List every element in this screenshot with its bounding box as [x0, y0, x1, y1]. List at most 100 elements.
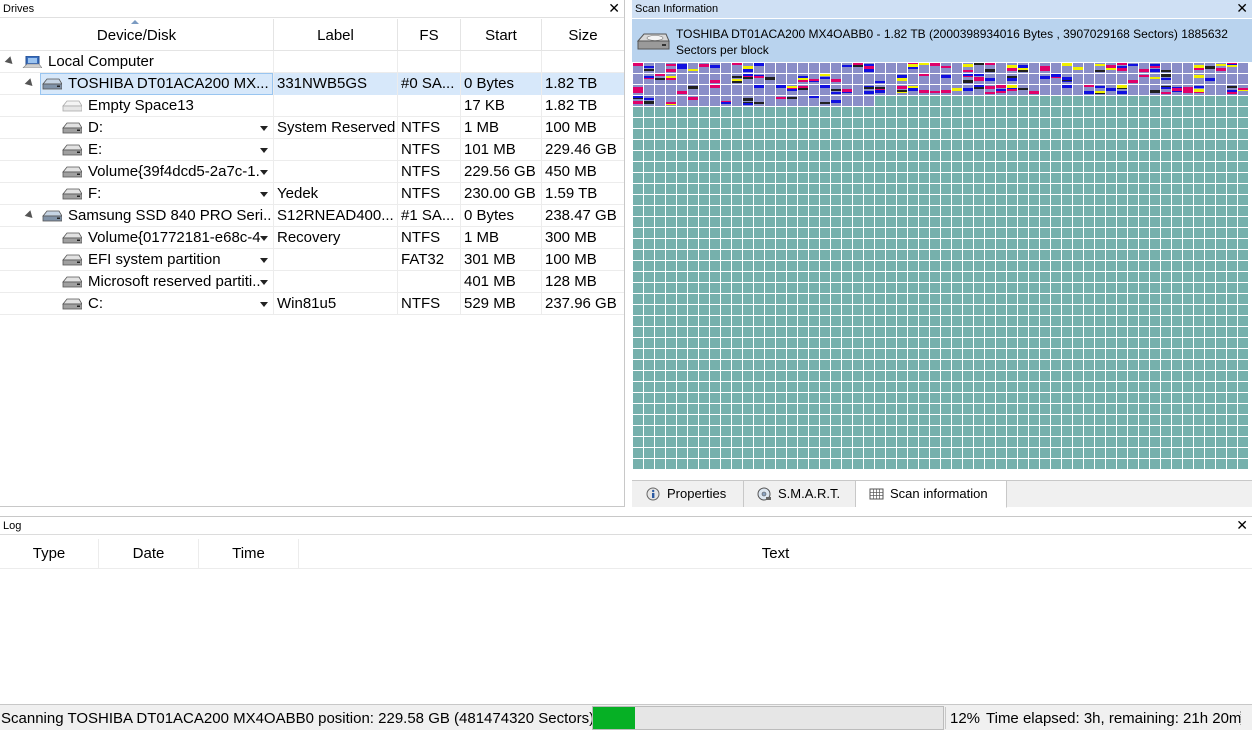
partition-dropdown-icon[interactable] — [260, 236, 268, 241]
partition-dropdown-icon[interactable] — [260, 302, 268, 307]
col-size[interactable]: Size — [542, 19, 624, 51]
sector-block — [875, 184, 885, 194]
drive-row[interactable]: F: Yedek NTFS 230.00 GB 1.59 TB — [0, 183, 624, 205]
sector-block — [1040, 283, 1050, 293]
tree-collapse-icon[interactable] — [24, 78, 36, 89]
col-start[interactable]: Start — [461, 19, 542, 51]
sector-block — [1161, 459, 1171, 469]
sector-block — [710, 129, 720, 139]
tree-collapse-icon[interactable] — [4, 56, 16, 67]
drive-row[interactable]: Local Computer — [0, 51, 624, 73]
log-col-date[interactable]: Date — [99, 539, 199, 569]
sector-mark — [985, 69, 995, 72]
tab-properties[interactable]: Properties — [633, 481, 744, 507]
drive-row[interactable]: Samsung SSD 840 PRO Seri... S12RNEAD400..… — [0, 205, 624, 227]
drive-device-cell[interactable]: E: — [0, 139, 274, 161]
partition-dropdown-icon[interactable] — [260, 170, 268, 175]
sector-block — [1194, 107, 1204, 117]
log-col-time[interactable]: Time — [199, 539, 299, 569]
sector-block — [655, 195, 665, 205]
sector-mark — [1161, 92, 1171, 94]
log-close-icon[interactable]: ✕ — [1236, 517, 1248, 534]
drive-row[interactable]: EFI system partition FAT32 301 MB 100 MB — [0, 249, 624, 271]
partition-dropdown-icon[interactable] — [260, 280, 268, 285]
log-col-type[interactable]: Type — [0, 539, 99, 569]
sector-block — [644, 294, 654, 304]
sector-block — [1150, 107, 1160, 117]
sector-block — [930, 217, 940, 227]
sector-block — [930, 305, 940, 315]
drive-row[interactable]: Volume{01772181-e68c-4... Recovery NTFS 1 M… — [0, 227, 624, 249]
sector-block — [1029, 184, 1039, 194]
sector-block — [1007, 437, 1017, 447]
smart-disk-icon — [757, 487, 771, 501]
log-col-text[interactable]: Text — [299, 539, 1252, 569]
sector-block — [1183, 129, 1193, 139]
sector-block — [864, 206, 874, 216]
sector-block — [1183, 107, 1193, 117]
col-label[interactable]: Label — [274, 19, 398, 51]
drive-row[interactable]: E: NTFS 101 MB 229.46 GB — [0, 139, 624, 161]
drive-row[interactable]: TOSHIBA DT01ACA200 MX... 331NWB5GS #0 SA..… — [0, 73, 624, 95]
sector-mark — [1128, 80, 1138, 83]
drive-row[interactable]: Empty Space13 17 KB 1.82 TB — [0, 95, 624, 117]
drive-row[interactable]: C: Win81u5 NTFS 529 MB 237.96 GB — [0, 293, 624, 315]
sector-block — [875, 459, 885, 469]
sector-block — [1117, 316, 1127, 326]
tab-scan-information[interactable]: Scan information — [856, 481, 1007, 508]
drive-device-cell[interactable]: Samsung SSD 840 PRO Seri... — [0, 205, 274, 227]
sector-block — [1095, 294, 1105, 304]
sector-block — [787, 437, 797, 447]
sector-block — [809, 338, 819, 348]
sector-block — [886, 426, 896, 436]
sector-block — [1018, 349, 1028, 359]
sector-block — [875, 327, 885, 337]
partition-dropdown-icon[interactable] — [260, 126, 268, 131]
sector-block — [655, 294, 665, 304]
partition-dropdown-icon[interactable] — [260, 258, 268, 263]
col-device-disk[interactable]: Device/Disk — [0, 19, 274, 51]
sector-block — [831, 338, 841, 348]
sector-block — [1128, 426, 1138, 436]
sector-block — [952, 74, 962, 84]
drive-device-cell[interactable]: TOSHIBA DT01ACA200 MX... — [0, 73, 274, 95]
sector-block — [897, 371, 907, 381]
sector-block — [952, 283, 962, 293]
sector-block — [743, 107, 753, 117]
sector-block — [699, 426, 709, 436]
partition-dropdown-icon[interactable] — [260, 148, 268, 153]
col-fs[interactable]: FS — [398, 19, 461, 51]
drives-close-icon[interactable]: ✕ — [608, 0, 620, 17]
drive-row[interactable]: D: System Reserved NTFS 1 MB 100 MB — [0, 117, 624, 139]
drive-device-cell[interactable]: EFI system partition — [0, 249, 274, 271]
partition-dropdown-icon[interactable] — [260, 192, 268, 197]
resize-grip-icon[interactable] — [1240, 711, 1250, 725]
sector-block — [1007, 382, 1017, 392]
sector-block — [633, 272, 643, 282]
sector-block — [974, 360, 984, 370]
drive-device-cell[interactable]: Local Computer — [0, 51, 274, 73]
tab-smart[interactable]: S.M.A.R.T. — [744, 481, 856, 507]
sector-block — [864, 272, 874, 282]
drive-row[interactable]: Volume{39f4dcd5-2a7c-1... NTFS 229.56 GB 45… — [0, 161, 624, 183]
drive-device-cell[interactable]: Empty Space13 — [0, 95, 274, 117]
drive-device-cell[interactable]: C: — [0, 293, 274, 315]
sector-block — [1172, 349, 1182, 359]
sector-block — [1106, 239, 1116, 249]
drive-device-cell[interactable]: Volume{01772181-e68c-4... — [0, 227, 274, 249]
sector-block — [721, 74, 731, 84]
sector-block — [831, 294, 841, 304]
sector-block — [787, 206, 797, 216]
drive-device-cell[interactable]: F: — [0, 183, 274, 205]
sector-block — [842, 371, 852, 381]
scan-close-icon[interactable]: ✕ — [1236, 0, 1248, 17]
sector-block — [1051, 261, 1061, 271]
drive-start-cell: 17 KB — [461, 95, 542, 117]
drive-device-cell[interactable]: Volume{39f4dcd5-2a7c-1... — [0, 161, 274, 183]
sector-block — [842, 195, 852, 205]
drive-device-cell[interactable]: D: — [0, 117, 274, 139]
tree-collapse-icon[interactable] — [24, 210, 36, 221]
drive-device-cell[interactable]: Microsoft reserved partiti... — [0, 271, 274, 293]
drive-row[interactable]: Microsoft reserved partiti... 401 MB 128 M… — [0, 271, 624, 293]
sector-block — [732, 151, 742, 161]
